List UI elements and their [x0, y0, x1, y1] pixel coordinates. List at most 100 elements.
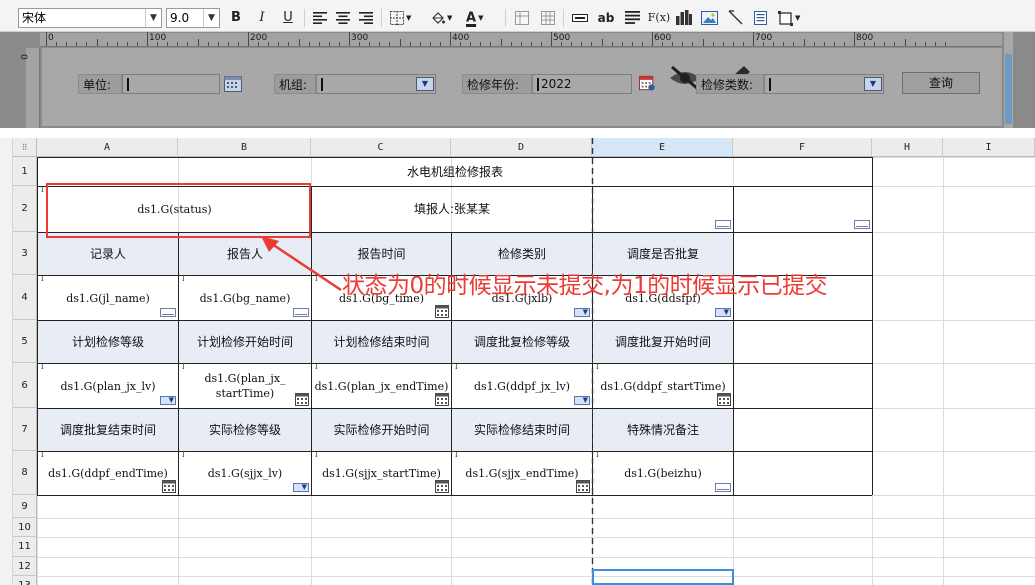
- chevron-down-icon[interactable]: ▼: [145, 9, 161, 27]
- dropdown-widget-icon[interactable]: ▼: [574, 396, 590, 405]
- align-left-icon: [313, 11, 327, 24]
- calendar-icon[interactable]: [638, 75, 656, 91]
- align-center-icon: [336, 11, 350, 24]
- clipboard-button[interactable]: [750, 8, 770, 28]
- formula-button[interactable]: F(x): [647, 8, 671, 28]
- calendar-widget-icon[interactable]: [435, 393, 449, 406]
- font-family-value: 宋体: [22, 11, 47, 25]
- cell-text: 计划检修结束时间: [333, 334, 430, 349]
- header-cell[interactable]: 计划检修等级: [38, 321, 178, 363]
- font-family-select[interactable]: 宋体 ▼: [18, 8, 162, 28]
- button-widget-button[interactable]: [570, 8, 590, 28]
- panel-scrollbar[interactable]: [1004, 32, 1013, 128]
- data-cell[interactable]: ds1.G(plan_jx_lv) ↓ ▼: [38, 362, 178, 408]
- header-cell[interactable]: 实际检修等级: [179, 409, 311, 451]
- font-size-select[interactable]: 9.0 ▼: [166, 8, 220, 28]
- class-dropdown-icon[interactable]: ▼: [864, 77, 882, 91]
- calendar-widget-icon[interactable]: [435, 480, 449, 493]
- header-cell[interactable]: 调度批复检修等级: [452, 321, 592, 363]
- unit-group-dropdown-icon[interactable]: ▼: [416, 77, 434, 91]
- bold-button[interactable]: B: [226, 8, 246, 28]
- cell-text: ds1.G(ddpf_startTime): [600, 379, 726, 393]
- cell-e2[interactable]: [593, 187, 733, 232]
- text-widget-icon[interactable]: [293, 308, 309, 317]
- text-widget-icon[interactable]: [715, 483, 731, 492]
- query-button[interactable]: 查询: [902, 72, 980, 94]
- frame-button[interactable]: ▼: [776, 8, 802, 28]
- expand-down-icon: ↓: [39, 450, 46, 459]
- year-input[interactable]: 2022: [532, 74, 632, 94]
- calendar-widget-icon[interactable]: [162, 480, 176, 493]
- calendar-icon[interactable]: [224, 76, 242, 92]
- align-right-button[interactable]: [356, 8, 376, 28]
- header-cell[interactable]: 实际检修开始时间: [312, 409, 451, 451]
- dropdown-widget-icon[interactable]: ▼: [574, 308, 590, 317]
- header-cell[interactable]: 计划检修开始时间: [179, 321, 311, 363]
- data-cell[interactable]: ds1.G(plan_jx_ startTime) ↓: [179, 363, 311, 408]
- text-widget-icon[interactable]: [160, 308, 176, 317]
- cell-f2[interactable]: [734, 187, 872, 232]
- dropdown-widget-icon[interactable]: ▼: [160, 396, 176, 405]
- data-cell[interactable]: ds1.G(beizhu) ↓: [593, 451, 733, 495]
- freeze-button[interactable]: [512, 8, 532, 28]
- header-cell[interactable]: 调度批复开始时间: [593, 321, 733, 363]
- cell-text: ds1.G(sjjx_startTime): [322, 467, 441, 480]
- slash-button[interactable]: [725, 8, 745, 28]
- header-cell[interactable]: 计划检修结束时间: [312, 321, 451, 363]
- dropdown-widget-icon[interactable]: ▼: [715, 308, 731, 317]
- horizontal-ruler: 0 100 200 300 400 500 600 700 800: [40, 32, 1002, 47]
- expand-down-icon: ↓: [594, 362, 601, 371]
- image-button[interactable]: [699, 8, 719, 28]
- text-widget-icon[interactable]: [854, 220, 870, 229]
- ruler-zero: 0: [18, 54, 28, 60]
- button-widget-icon: [572, 13, 588, 22]
- header-cell[interactable]: 实际检修结束时间: [452, 409, 592, 451]
- data-cell[interactable]: ds1.G(jl_name) ↓: [38, 275, 178, 320]
- cell-text: ds1.G(ddpf_endTime): [48, 467, 168, 480]
- text-color-button[interactable]: A ▼: [464, 8, 494, 28]
- frame-icon: [778, 10, 793, 26]
- selected-cell[interactable]: [592, 569, 734, 585]
- data-cell[interactable]: ds1.G(sjjx_endTime) ↓: [452, 450, 592, 495]
- data-cell[interactable]: ds1.G(ddpf_jx_lv) ↓ ▼: [452, 363, 592, 408]
- data-cell[interactable]: ds1.G(sjjx_startTime) ↓: [312, 451, 451, 495]
- text-widget-button[interactable]: ab: [596, 8, 616, 28]
- grid-button[interactable]: [538, 8, 558, 28]
- calendar-widget-icon[interactable]: [717, 393, 731, 406]
- header-cell[interactable]: 调度批复结束时间: [38, 409, 178, 451]
- underline-button[interactable]: U: [278, 8, 298, 28]
- expand-down-icon: ↓: [39, 185, 46, 194]
- cell-text: ds1.G(jl_name): [66, 291, 150, 305]
- unit-input[interactable]: [122, 74, 220, 94]
- header-cell[interactable]: 记录人: [38, 233, 178, 275]
- header-cell[interactable]: 检修类别: [452, 233, 592, 275]
- align-left-button[interactable]: [310, 8, 330, 28]
- expand-down-icon: ↓: [453, 450, 460, 459]
- chevron-down-icon[interactable]: ▼: [203, 9, 219, 27]
- status-cell[interactable]: ds1.G(status) ↓: [38, 185, 311, 232]
- report-title[interactable]: 水电机组检修报表: [38, 158, 872, 186]
- header-cell[interactable]: 特殊情况备注: [593, 409, 733, 451]
- align-center-button[interactable]: [333, 8, 353, 28]
- expand-down-icon: ↓: [39, 362, 46, 371]
- data-cell[interactable]: ds1.G(plan_jx_endTime) ↓: [312, 363, 451, 408]
- annotation-arrow: [261, 236, 342, 292]
- data-cell[interactable]: ds1.G(sjjx_lv) ↓ ▼: [179, 450, 311, 495]
- report-sheet: ⠿ ABCDEFHI 1 2 3 4 5 6 7 8 9 10 11 12 13 水电机组检修报表 ds1…: [0, 128, 1035, 585]
- chart-button[interactable]: [674, 8, 694, 28]
- data-cell[interactable]: ds1.G(ddpf_endTime) ↓: [38, 450, 178, 495]
- calendar-widget-icon[interactable]: [295, 393, 309, 406]
- text-widget-icon[interactable]: [715, 220, 731, 229]
- italic-button[interactable]: I: [252, 8, 272, 28]
- cell-text: 水电机组检修报表: [406, 164, 503, 179]
- header-cell[interactable]: 调度是否批复: [593, 233, 733, 275]
- dropdown-widget-icon[interactable]: ▼: [293, 483, 309, 492]
- border-button[interactable]: ▼: [388, 8, 414, 28]
- calendar-widget-icon[interactable]: [435, 305, 449, 318]
- paragraph-button[interactable]: [622, 8, 642, 28]
- filler-cell[interactable]: 填报人:张某某: [312, 187, 592, 232]
- calendar-widget-icon[interactable]: [576, 480, 590, 493]
- fill-color-button[interactable]: ▼: [428, 8, 454, 28]
- expand-down-icon: ↓: [180, 450, 187, 459]
- data-cell[interactable]: ds1.G(ddpf_startTime) ↓: [593, 362, 733, 408]
